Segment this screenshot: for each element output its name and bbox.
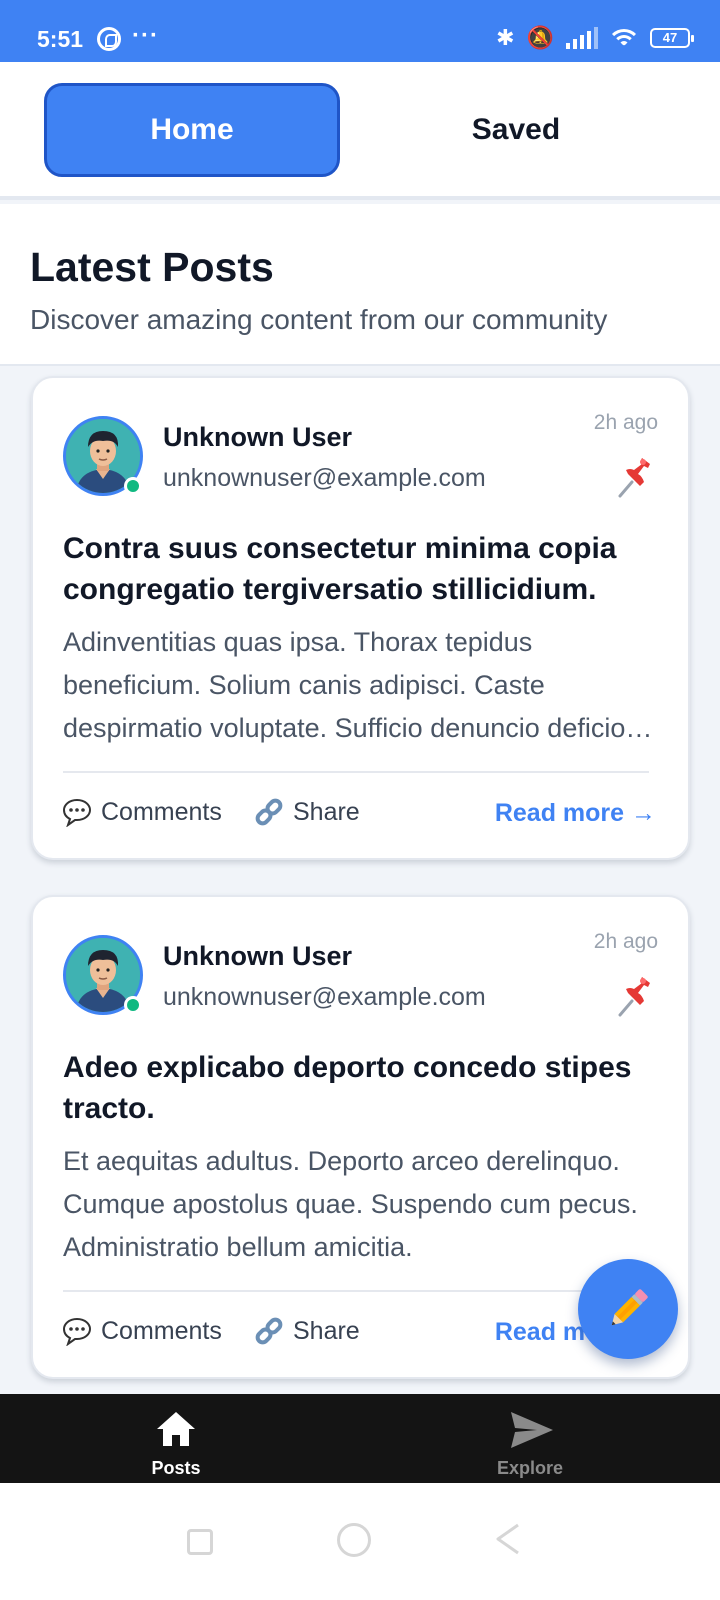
home-button-icon[interactable] [337, 1523, 371, 1557]
online-status-dot [124, 996, 142, 1014]
link-icon [255, 1317, 283, 1345]
read-more-link[interactable]: Read more → [495, 799, 656, 828]
wifi-icon [610, 27, 638, 49]
comments-label: Comments [101, 797, 222, 826]
tab-home[interactable]: Home [44, 83, 340, 177]
post-title[interactable]: Adeo explicabo deporto concedo stipes tr… [63, 1047, 663, 1129]
post-timestamp: 2h ago [593, 930, 658, 953]
nav-item-posts[interactable]: Posts [76, 1394, 276, 1483]
online-status-dot [124, 477, 142, 495]
pin-icon[interactable] [614, 975, 654, 1019]
author-email: unknownuser@example.com [163, 983, 486, 1011]
status-icons: ✱ 🔕 47 [496, 24, 694, 52]
back-icon[interactable] [492, 1519, 522, 1559]
comments-button[interactable]: Comments [61, 1316, 222, 1346]
battery-icon: 47 [650, 28, 694, 48]
card-divider [63, 1290, 649, 1292]
status-time: 5:51 [37, 26, 84, 52]
post-title[interactable]: Contra suus consectetur minima copia con… [63, 528, 663, 610]
author-email: unknownuser@example.com [163, 464, 486, 492]
comments-label: Comments [101, 1316, 222, 1345]
signal-icon [566, 27, 598, 49]
nav-label-posts: Posts [151, 1458, 201, 1478]
share-button[interactable]: Share [253, 1316, 360, 1346]
speech-bubble-icon [62, 1317, 92, 1346]
send-icon [511, 1412, 553, 1448]
top-tabs: Home Saved [0, 62, 720, 200]
post-timestamp: 2h ago [593, 411, 658, 434]
page-header: Latest Posts Discover amazing content fr… [0, 204, 720, 366]
post-excerpt: Et aequitas adultus. Deporto arceo derel… [63, 1146, 638, 1262]
status-bar: 5:51 ··· ✱ 🔕 47 [0, 0, 720, 62]
home-icon [157, 1412, 195, 1446]
page-title: Latest Posts [30, 244, 274, 290]
author-name[interactable]: Unknown User [163, 422, 352, 453]
share-button[interactable]: Share [253, 797, 360, 827]
bottom-nav: Posts Explore [0, 1394, 720, 1483]
recent-apps-icon[interactable] [187, 1529, 213, 1555]
share-label: Share [293, 797, 360, 826]
card-divider [63, 771, 649, 773]
page-subtitle: Discover amazing content from our commun… [30, 304, 608, 335]
author-name[interactable]: Unknown User [163, 941, 352, 972]
mute-icon: 🔕 [526, 25, 554, 50]
post-excerpt: Adinventitias quas ipsa. Thorax tepidus … [63, 627, 626, 743]
system-nav-bar [0, 1483, 720, 1600]
whatsapp-icon [97, 27, 121, 51]
speech-bubble-icon [62, 798, 92, 827]
tab-saved[interactable]: Saved [368, 83, 664, 177]
post-card[interactable]: Unknown User unknownuser@example.com 2h … [31, 376, 690, 860]
bluetooth-icon: ✱ [496, 25, 515, 50]
new-post-fab[interactable] [578, 1259, 678, 1359]
comments-button[interactable]: Comments [61, 797, 222, 827]
more-notifications-icon: ··· [132, 22, 159, 49]
pencil-icon [611, 1289, 648, 1326]
share-label: Share [293, 1316, 360, 1345]
pin-icon[interactable] [614, 456, 654, 500]
nav-item-explore[interactable]: Explore [430, 1394, 630, 1483]
link-icon [255, 798, 283, 826]
nav-label-explore: Explore [496, 1458, 564, 1478]
